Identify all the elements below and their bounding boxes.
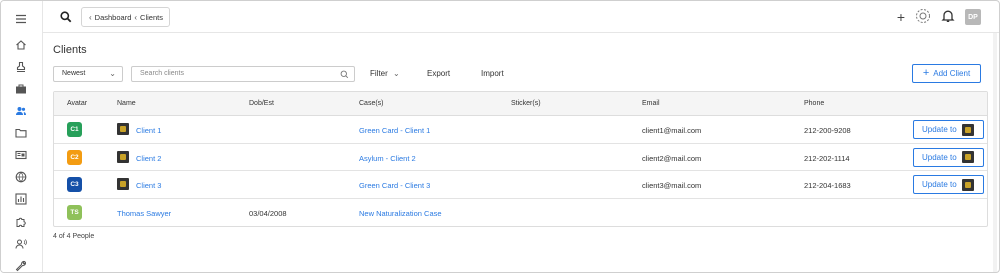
table-row[interactable]: C3 Client 3 Green Card - Client 3 client3@m… <box>54 171 987 199</box>
dob-cell: 03/04/2008 <box>249 208 287 218</box>
column-header[interactable]: Sticker(s) <box>511 100 541 107</box>
import-button[interactable]: Import <box>481 69 504 78</box>
add-client-label: Add Client <box>933 69 971 78</box>
column-header[interactable]: Case(s) <box>359 100 384 107</box>
table-body: C1 Client 1 Green Card - Client 1 client1@m… <box>54 116 987 226</box>
search-placeholder: Search clients <box>140 70 184 77</box>
email-cell: client3@mail.com <box>642 181 702 190</box>
app-window: ‹ Dashboard ‹ Clients + DP Clients Newes… <box>0 0 1000 273</box>
update-button[interactable]: Update to <box>913 120 984 139</box>
app-logo-icon <box>961 123 974 136</box>
client-name-link[interactable]: Client 1 <box>136 126 161 135</box>
column-header[interactable]: Email <box>642 100 660 107</box>
plus-icon[interactable]: + <box>897 10 905 24</box>
chevron-down-icon: ⌄ <box>109 69 116 78</box>
filter-label: Filter <box>370 69 388 78</box>
search-icon[interactable] <box>59 10 73 24</box>
search-input[interactable]: Search clients <box>131 66 355 82</box>
column-header[interactable]: Phone <box>804 100 824 107</box>
case-link[interactable]: Green Card - Client 3 <box>359 181 430 190</box>
breadcrumb-clients[interactable]: Clients <box>140 13 163 22</box>
email-cell: client2@mail.com <box>642 153 702 163</box>
menu-icon[interactable] <box>14 12 28 26</box>
chevron-left-icon: ‹ <box>89 12 92 22</box>
table-row[interactable]: C1 Client 1 Green Card - Client 1 client1@m… <box>54 116 987 144</box>
app-logo-icon <box>961 178 974 191</box>
case-link[interactable]: Asylum - Client 2 <box>359 154 416 163</box>
top-bar: ‹ Dashboard ‹ Clients + DP <box>43 1 999 33</box>
app-logo-icon <box>961 151 974 163</box>
globe-icon[interactable] <box>14 170 28 184</box>
column-header[interactable]: Name <box>117 100 136 107</box>
sort-select[interactable]: Newest ⌄ <box>53 66 123 82</box>
client-name-link[interactable]: Thomas Sawyer <box>117 209 171 218</box>
plus-icon: + <box>922 67 930 79</box>
avatar[interactable]: TS <box>67 204 82 220</box>
breadcrumb-dashboard[interactable]: Dashboard <box>95 13 132 22</box>
avatar[interactable]: C1 <box>67 122 82 137</box>
reports-icon[interactable] <box>14 192 28 206</box>
result-count: 4 of 4 People <box>53 233 95 240</box>
wrench-icon[interactable] <box>14 259 28 272</box>
phone-cell: 212-200-9208 <box>804 126 851 135</box>
filter-button[interactable]: Filter ⌄ <box>370 69 400 78</box>
top-actions: + DP <box>897 8 981 26</box>
update-button[interactable]: Update to <box>913 147 984 167</box>
sidebar <box>1 1 43 272</box>
folder-icon[interactable] <box>14 126 28 140</box>
stamp-icon[interactable] <box>14 60 28 74</box>
people-icon[interactable] <box>14 104 28 118</box>
user-avatar[interactable]: DP <box>965 9 981 25</box>
table-row[interactable]: C2 Client 2 Asylum - Client 2 client2@mail.… <box>54 144 987 171</box>
avatar[interactable]: C2 <box>67 149 82 165</box>
table-row[interactable]: TS Thomas Sawyer 03/04/2008 New Naturalizat… <box>54 199 987 227</box>
column-header[interactable]: Avatar <box>67 100 87 107</box>
puzzle-icon[interactable] <box>14 215 28 229</box>
scrollbar[interactable] <box>993 33 997 272</box>
client-name-link[interactable]: Client 3 <box>136 181 161 190</box>
user-broadcast-icon[interactable] <box>14 237 28 251</box>
column-header[interactable]: Dob/Est <box>249 100 274 107</box>
briefcase-icon[interactable] <box>14 82 28 96</box>
clients-table: Avatar Name Dob/Est Case(s) Sticker(s) E… <box>53 91 988 227</box>
table-header: Avatar Name Dob/Est Case(s) Sticker(s) E… <box>54 92 987 116</box>
case-link[interactable]: Green Card - Client 1 <box>359 126 430 135</box>
home-icon[interactable] <box>14 38 28 52</box>
sync-icon[interactable] <box>915 8 931 26</box>
email-cell: client1@mail.com <box>642 126 702 135</box>
app-logo-icon <box>117 178 129 190</box>
client-name-link[interactable]: Client 2 <box>136 154 161 163</box>
case-link[interactable]: New Naturalization Case <box>359 209 442 218</box>
search-icon <box>340 70 349 81</box>
chevron-down-icon: ⌄ <box>393 69 400 78</box>
avatar[interactable]: C3 <box>67 177 82 192</box>
update-label: Update to <box>922 125 957 134</box>
page-title: Clients <box>53 44 87 56</box>
update-button[interactable]: Update to <box>913 175 984 194</box>
app-logo-icon <box>117 123 129 135</box>
chevron-left-icon: ‹ <box>134 12 138 22</box>
breadcrumb: ‹ Dashboard ‹ Clients <box>81 7 170 27</box>
bell-icon[interactable] <box>941 9 955 25</box>
export-button[interactable]: Export <box>427 69 450 78</box>
sort-select-value: Newest <box>62 70 86 77</box>
app-logo-icon <box>117 150 129 163</box>
id-card-icon[interactable] <box>14 148 28 162</box>
toolbar: Newest ⌄ Search clients Filter ⌄ Export … <box>53 64 981 83</box>
add-client-button[interactable]: + Add Client <box>912 64 981 83</box>
update-label: Update to <box>922 180 957 189</box>
phone-cell: 212-202-1114 <box>804 153 850 163</box>
update-label: Update to <box>922 152 957 162</box>
phone-cell: 212-204-1683 <box>804 181 851 190</box>
